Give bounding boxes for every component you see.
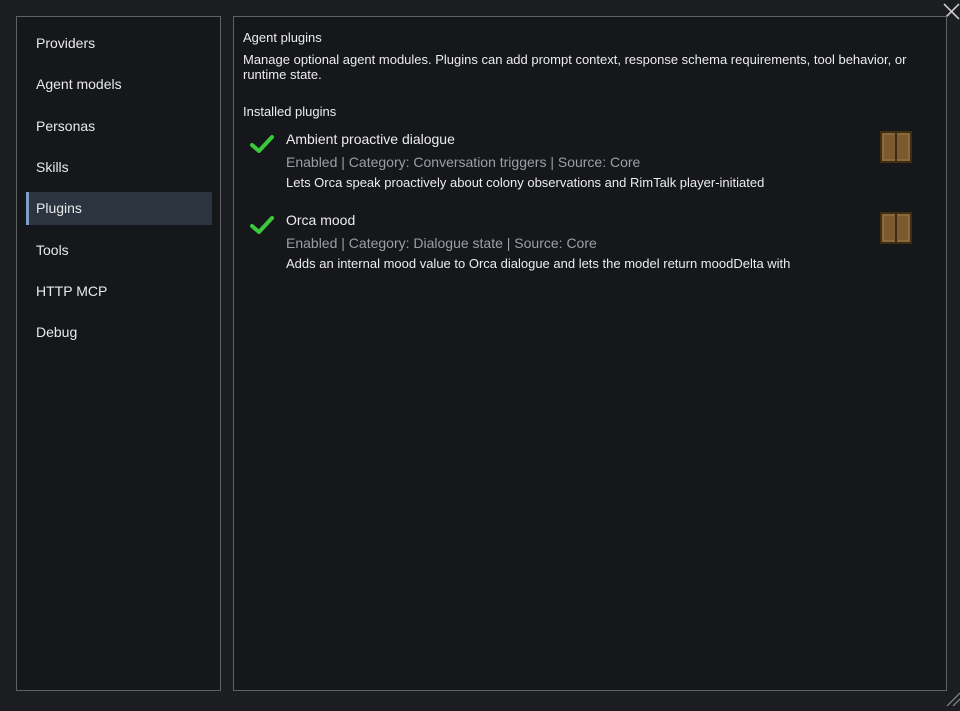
sidebar-item-providers[interactable]: Providers xyxy=(26,27,212,60)
settings-window: Providers Agent models Personas Skills P… xyxy=(0,0,960,707)
main-panel: Agent plugins Manage optional agent modu… xyxy=(233,16,947,691)
book-icon[interactable] xyxy=(880,131,912,163)
page-description: Manage optional agent modules. Plugins c… xyxy=(243,52,907,82)
check-icon xyxy=(249,131,275,157)
plugin-meta: Enabled | Category: Conversation trigger… xyxy=(286,154,641,170)
sidebar-item-plugins[interactable]: Plugins xyxy=(26,192,212,225)
plugin-item: Orca mood Enabled | Category: Dialogue s… xyxy=(243,212,933,282)
sidebar-item-http-mcp[interactable]: HTTP MCP xyxy=(26,275,212,308)
plugin-name: Orca mood xyxy=(286,212,356,228)
plugin-name: Ambient proactive dialogue xyxy=(286,131,455,147)
sidebar-item-tools[interactable]: Tools xyxy=(26,234,212,267)
check-icon xyxy=(249,212,275,238)
plugin-item: Ambient proactive dialogue Enabled | Cat… xyxy=(243,131,933,201)
sidebar-item-skills[interactable]: Skills xyxy=(26,151,212,184)
page-title: Agent plugins xyxy=(243,30,322,45)
plugin-description: Adds an internal mood value to Orca dial… xyxy=(286,256,791,271)
sidebar-item-personas[interactable]: Personas xyxy=(26,110,212,143)
book-icon[interactable] xyxy=(880,212,912,244)
sidebar-item-agent-models[interactable]: Agent models xyxy=(26,68,212,101)
plugin-description: Lets Orca speak proactively about colony… xyxy=(286,175,765,190)
plugin-meta: Enabled | Category: Dialogue state | Sou… xyxy=(286,235,597,251)
sidebar: Providers Agent models Personas Skills P… xyxy=(16,16,221,691)
installed-plugins-heading: Installed plugins xyxy=(243,104,337,119)
sidebar-item-debug[interactable]: Debug xyxy=(26,316,212,349)
resize-grip-icon[interactable] xyxy=(944,690,960,707)
